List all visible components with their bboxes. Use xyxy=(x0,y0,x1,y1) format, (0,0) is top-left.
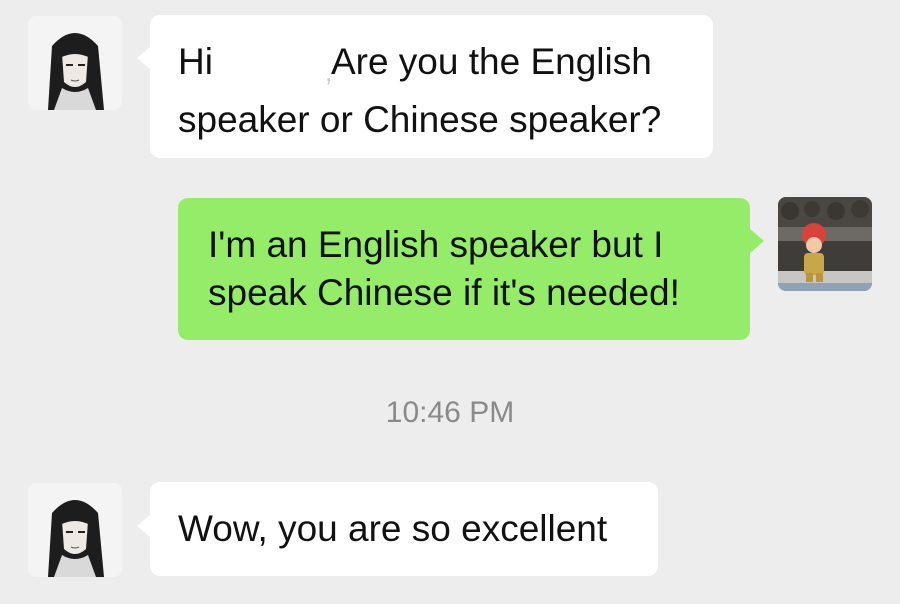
message-line: Hi ,Are you the English xyxy=(178,38,685,96)
message-text: Are you the English xyxy=(330,41,652,82)
bubble-tail xyxy=(137,46,151,70)
message-text: Hi xyxy=(178,41,213,82)
bubble-tail xyxy=(137,514,151,538)
my-avatar-icon[interactable] xyxy=(778,197,872,291)
outgoing-message-bubble[interactable]: I'm an English speaker but I speak Chine… xyxy=(178,198,750,340)
message-timestamp: 10:46 PM xyxy=(385,396,515,429)
bubble-tail xyxy=(750,229,764,253)
contact-avatar-icon[interactable] xyxy=(28,16,122,110)
contact-avatar-icon[interactable] xyxy=(28,483,122,577)
message-line: I'm an English speaker but I xyxy=(208,224,664,265)
incoming-message-bubble[interactable]: Hi ,Are you the English speaker or Chines… xyxy=(150,15,713,158)
message-line: speak Chinese if it's needed! xyxy=(208,272,680,313)
incoming-message-bubble[interactable]: Wow, you are so excellent xyxy=(150,482,658,576)
message-line: Wow, you are so excellent xyxy=(178,508,608,549)
redacted-name xyxy=(213,73,325,74)
message-line: speaker or Chinese speaker? xyxy=(178,99,662,140)
